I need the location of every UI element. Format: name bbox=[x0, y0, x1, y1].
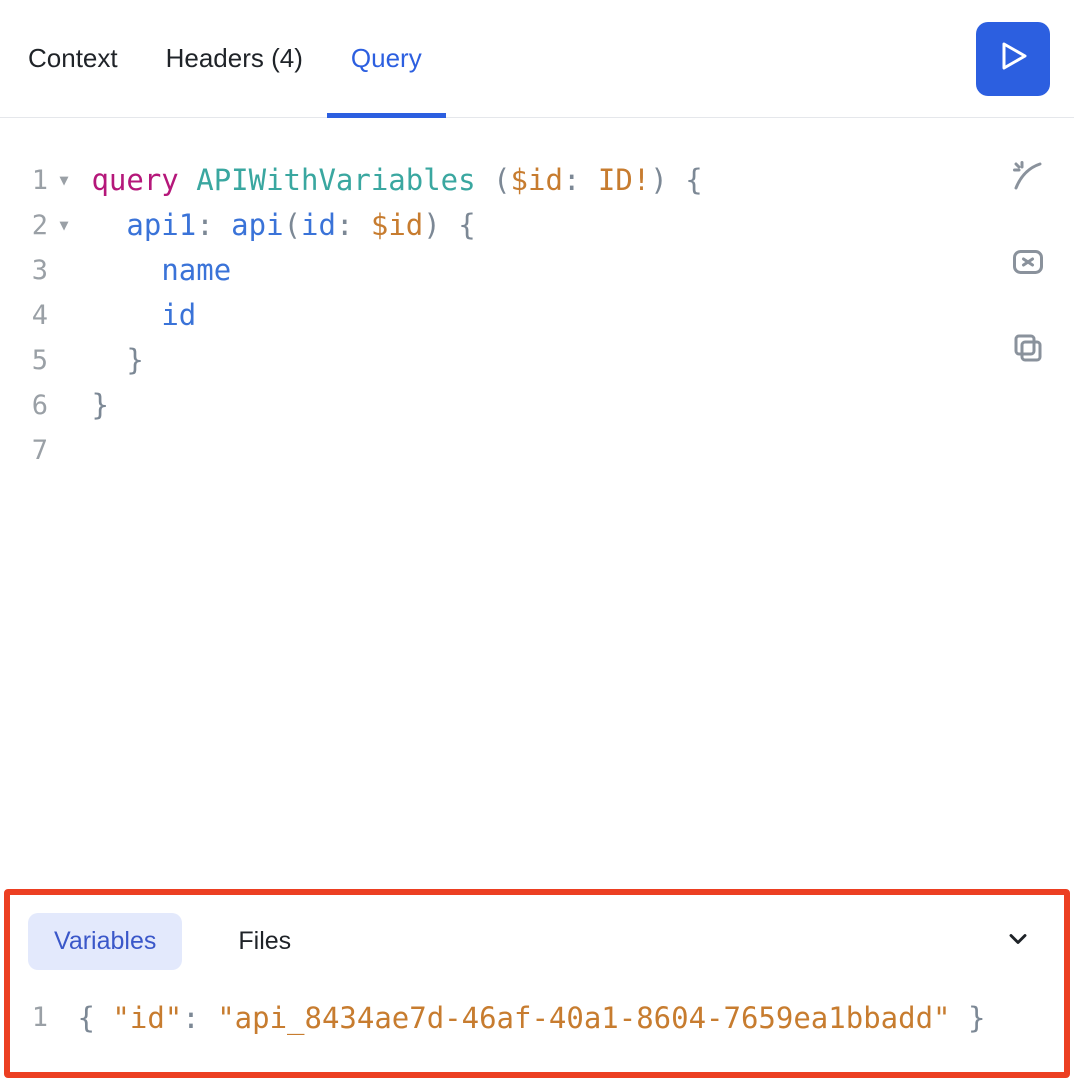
brace: } bbox=[91, 388, 108, 422]
line-number: 6 bbox=[0, 383, 54, 428]
fold-gutter bbox=[54, 293, 74, 338]
fold-toggle[interactable]: ▼ bbox=[54, 203, 74, 248]
paren: ) bbox=[650, 163, 667, 197]
fold-gutter bbox=[54, 338, 74, 383]
paren: ) bbox=[423, 208, 440, 242]
code-line: 4 id bbox=[0, 293, 1074, 338]
code-line: 2 ▼ api1: api(id: $id) { bbox=[0, 203, 1074, 248]
clear-icon[interactable] bbox=[1010, 244, 1046, 280]
colon: : bbox=[196, 208, 213, 242]
brace: } bbox=[126, 343, 143, 377]
fold-gutter bbox=[54, 248, 74, 293]
chevron-down-icon bbox=[1004, 940, 1032, 957]
line-number: 5 bbox=[0, 338, 54, 383]
paren: ( bbox=[493, 163, 510, 197]
field: id bbox=[161, 298, 196, 332]
brace: { bbox=[685, 163, 702, 197]
prettify-icon[interactable] bbox=[1010, 158, 1046, 194]
colon: : bbox=[182, 1001, 199, 1035]
tab-files[interactable]: Files bbox=[212, 913, 317, 970]
top-tabs: Context Headers (4) Query bbox=[0, 0, 1074, 118]
json-key: "id" bbox=[112, 1001, 182, 1035]
fold-gutter bbox=[54, 383, 74, 428]
brace: { bbox=[458, 208, 475, 242]
fold-toggle[interactable]: ▼ bbox=[54, 158, 74, 203]
variables-tabs: Variables Files bbox=[10, 895, 1064, 980]
tab-headers[interactable]: Headers (4) bbox=[142, 0, 327, 117]
line-number: 3 bbox=[0, 248, 54, 293]
colon: : bbox=[563, 163, 580, 197]
code-line: 3 name bbox=[0, 248, 1074, 293]
copy-icon[interactable] bbox=[1010, 330, 1046, 366]
variable: $id bbox=[511, 163, 563, 197]
line-number: 1 bbox=[0, 158, 54, 203]
json-string: "api_8434ae7d-46af-40a1-8604-7659ea1bbad… bbox=[217, 1001, 950, 1035]
editor-side-icons bbox=[1010, 158, 1046, 366]
fold-gutter bbox=[54, 428, 74, 473]
paren: ( bbox=[284, 208, 301, 242]
brace: } bbox=[968, 1001, 985, 1035]
line-number: 4 bbox=[0, 293, 54, 338]
tab-variables[interactable]: Variables bbox=[28, 913, 182, 970]
colon: : bbox=[336, 208, 353, 242]
non-null: ! bbox=[633, 163, 650, 197]
code-line: 6 } bbox=[0, 383, 1074, 428]
line-number: 1 bbox=[10, 998, 60, 1038]
tab-context[interactable]: Context bbox=[24, 0, 142, 117]
field: name bbox=[161, 253, 231, 287]
tab-query[interactable]: Query bbox=[327, 0, 446, 117]
field: api bbox=[231, 208, 283, 242]
collapse-toggle[interactable] bbox=[1004, 925, 1032, 958]
play-icon bbox=[995, 38, 1031, 79]
operation-name: APIWithVariables bbox=[196, 163, 475, 197]
type: ID bbox=[598, 163, 633, 197]
line-number: 2 bbox=[0, 203, 54, 248]
query-editor[interactable]: 1 ▼ query APIWithVariables ($id: ID!) { … bbox=[0, 118, 1074, 473]
arg-name: id bbox=[301, 208, 336, 242]
variables-editor[interactable]: 1 { "id": "api_8434ae7d-46af-40a1-8604-7… bbox=[10, 980, 1064, 1072]
run-button[interactable] bbox=[976, 22, 1050, 96]
alias: api1 bbox=[126, 208, 196, 242]
brace: { bbox=[77, 1001, 94, 1035]
variables-panel: Variables Files 1 { "id": "api_8434ae7d-… bbox=[4, 889, 1070, 1078]
keyword-query: query bbox=[91, 163, 178, 197]
variable: $id bbox=[371, 208, 423, 242]
line-number: 7 bbox=[0, 428, 54, 473]
code-line: 1 ▼ query APIWithVariables ($id: ID!) { bbox=[0, 158, 1074, 203]
code-line: 7 bbox=[0, 428, 1074, 473]
code-line: 1 { "id": "api_8434ae7d-46af-40a1-8604-7… bbox=[10, 998, 1064, 1038]
code-line: 5 } bbox=[0, 338, 1074, 383]
